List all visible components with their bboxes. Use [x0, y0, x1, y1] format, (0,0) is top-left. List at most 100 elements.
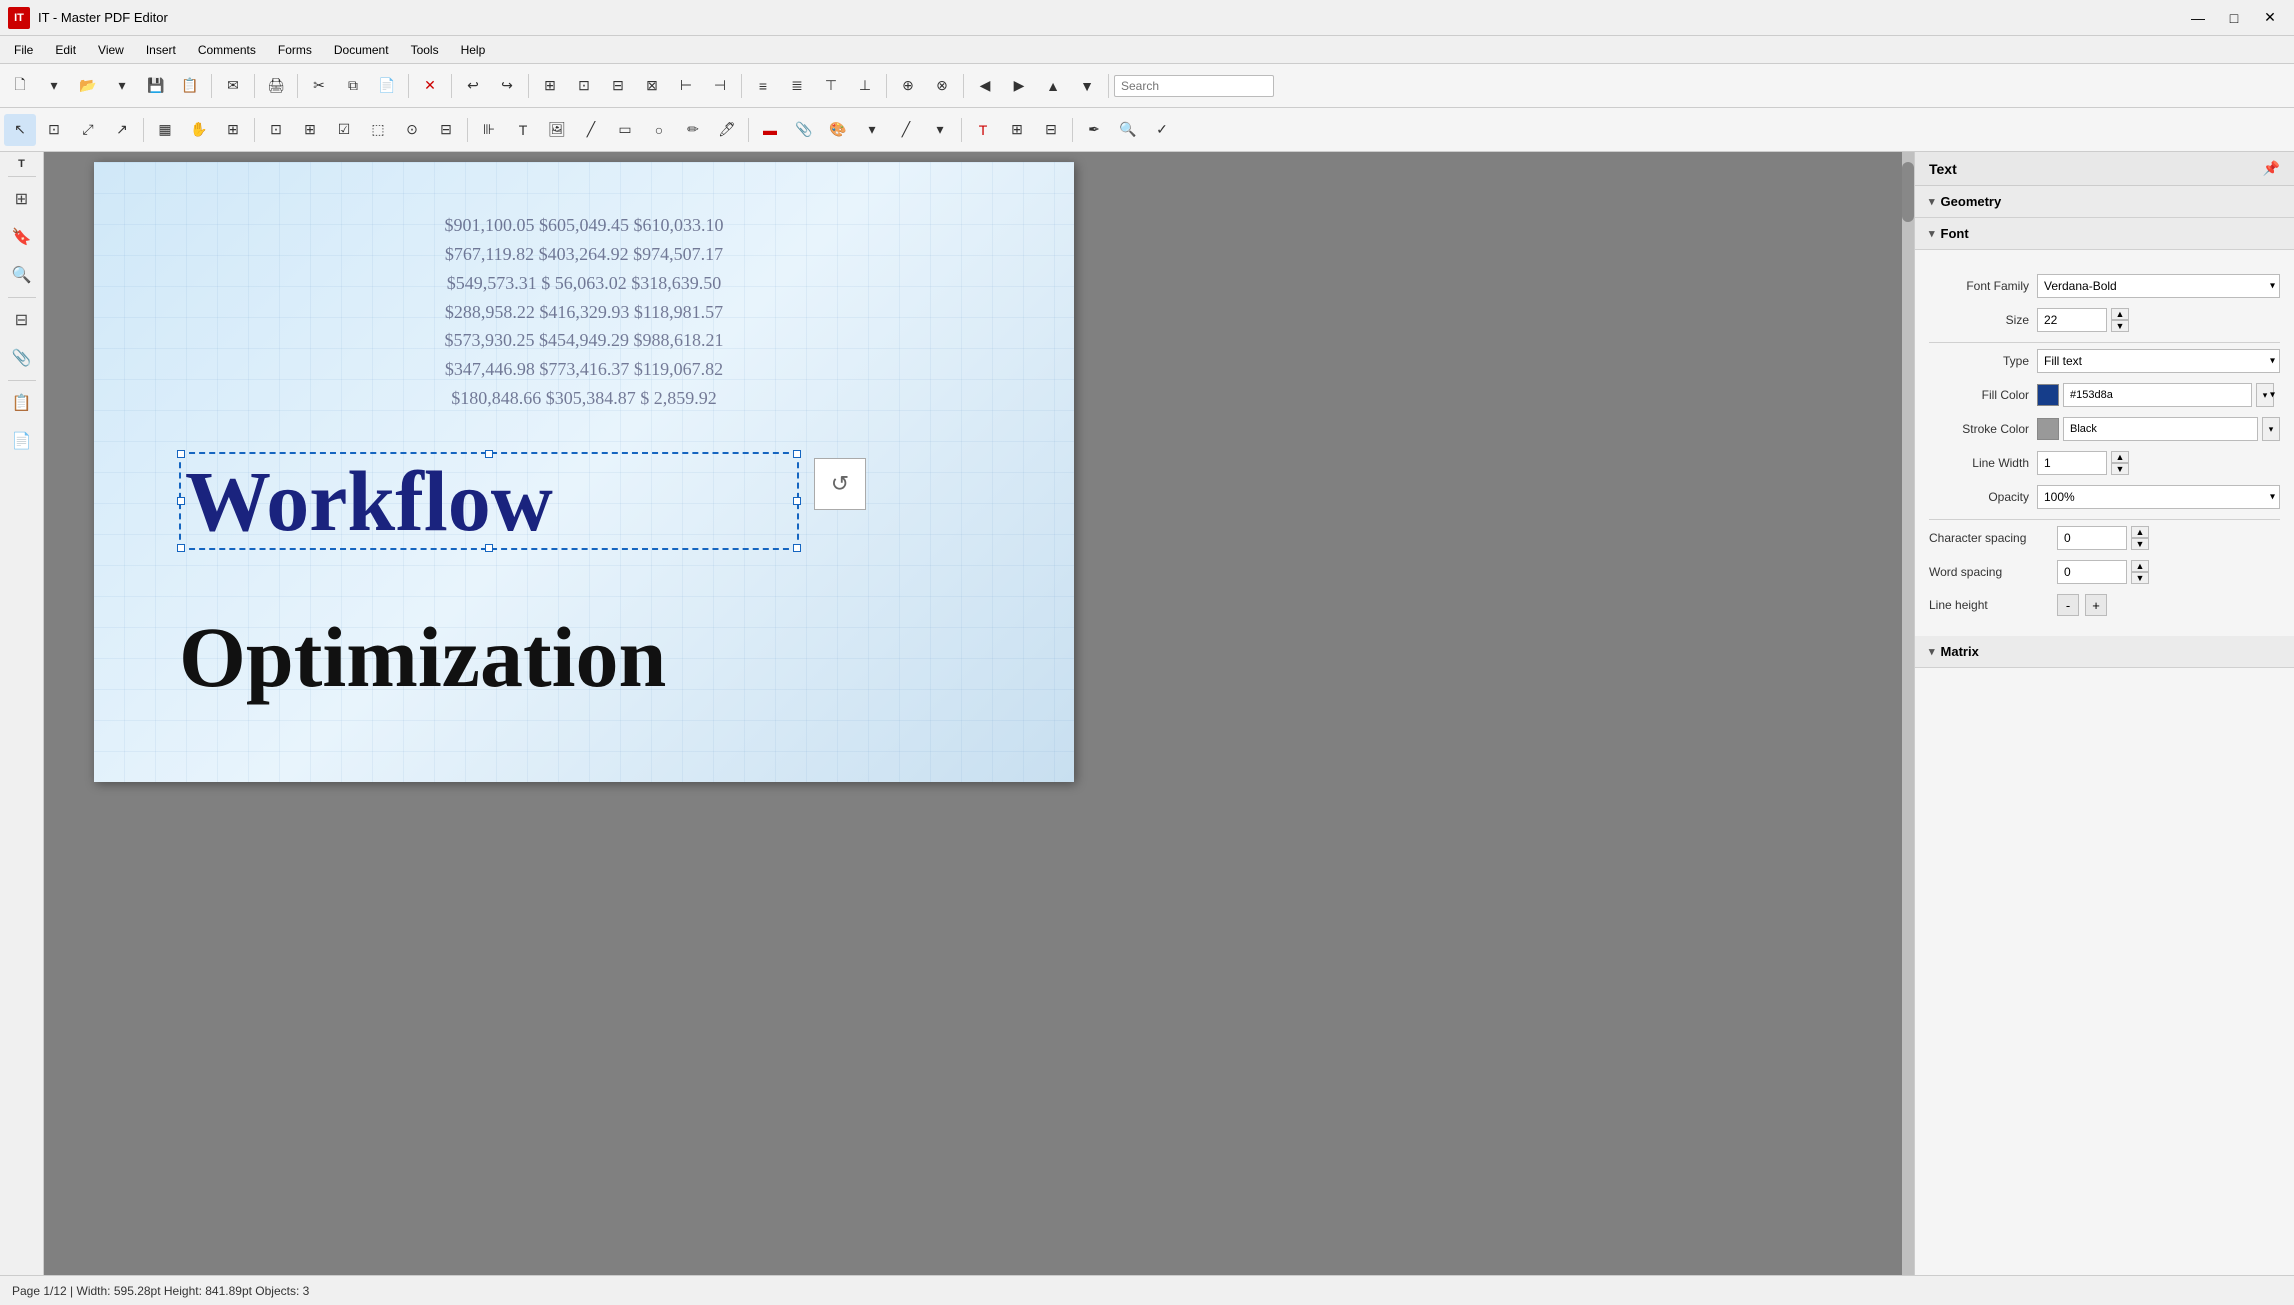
handle-ml[interactable]	[177, 497, 185, 505]
marquee-tool[interactable]: ↗	[106, 114, 138, 146]
char-spacing-down[interactable]: ▼	[2131, 538, 2149, 550]
tb-icon5[interactable]: ⊢	[670, 70, 702, 102]
line-height-minus[interactable]: -	[2057, 594, 2079, 616]
ls-docs[interactable]: 📄	[4, 423, 40, 459]
align-tool[interactable]: ⊪	[473, 114, 505, 146]
line-tool[interactable]: ╱	[575, 114, 607, 146]
tb-icon3[interactable]: ⊟	[602, 70, 634, 102]
matrix-section-header[interactable]: ▾ Matrix	[1915, 636, 2294, 668]
opacity-select[interactable]: 100%	[2037, 485, 2280, 509]
delete-button[interactable]: ✕	[414, 70, 446, 102]
edit-tool[interactable]: ⊞	[217, 114, 249, 146]
copy-button[interactable]: ⧉	[337, 70, 369, 102]
canvas-scrollbar[interactable]	[1902, 152, 1914, 1275]
word-spacing-down[interactable]: ▼	[2131, 572, 2149, 584]
color-tool[interactable]: 🎨	[822, 114, 854, 146]
handle-tl[interactable]	[177, 450, 185, 458]
size-input[interactable]	[2037, 308, 2107, 332]
tb-icon1[interactable]: ⊞	[534, 70, 566, 102]
open-button[interactable]: 📂	[72, 70, 104, 102]
tb-icon12[interactable]: ⊗	[926, 70, 958, 102]
menu-forms[interactable]: Forms	[268, 39, 322, 61]
pin-button[interactable]: 📌	[2263, 160, 2280, 177]
handle-tm[interactable]	[485, 450, 493, 458]
tb-icon9[interactable]: ⊤	[815, 70, 847, 102]
text-edit-tool[interactable]: T	[967, 114, 999, 146]
eraser-dropdown[interactable]: ▾	[924, 114, 956, 146]
eraser-tool[interactable]: ╱	[890, 114, 922, 146]
handle-bm[interactable]	[485, 544, 493, 552]
tb-icon8[interactable]: ≣	[781, 70, 813, 102]
ls-pages2[interactable]: 📋	[4, 385, 40, 421]
tb-nav-down[interactable]: ▼	[1071, 70, 1103, 102]
ls-layers[interactable]: ⊟	[4, 302, 40, 338]
save-button[interactable]: 💾	[140, 70, 172, 102]
check-tool[interactable]: ✓	[1146, 114, 1178, 146]
sign-tool[interactable]: ✒	[1078, 114, 1110, 146]
annot-tool[interactable]: ⊟	[430, 114, 462, 146]
new-button[interactable]: 🗋	[4, 70, 36, 102]
ls-pages[interactable]: ⊞	[4, 181, 40, 217]
line-height-plus[interactable]: +	[2085, 594, 2107, 616]
form-tool[interactable]: ▦	[149, 114, 181, 146]
word-spacing-up[interactable]: ▲	[2131, 560, 2149, 572]
tb-icon4[interactable]: ⊠	[636, 70, 668, 102]
handle-mr[interactable]	[793, 497, 801, 505]
line-width-input[interactable]	[2037, 451, 2107, 475]
line-width-down[interactable]: ▼	[2111, 463, 2129, 475]
undo-button[interactable]: ↩	[457, 70, 489, 102]
menu-help[interactable]: Help	[451, 39, 496, 61]
ls-search[interactable]: 🔍	[4, 257, 40, 293]
pencil-tool[interactable]: ✏	[677, 114, 709, 146]
tb-dropdown1[interactable]: ▾	[38, 70, 70, 102]
char-spacing-input[interactable]	[2057, 526, 2127, 550]
tb-icon6[interactable]: ⊣	[704, 70, 736, 102]
tb-icon2[interactable]: ⊡	[568, 70, 600, 102]
ls-bookmarks[interactable]: 🔖	[4, 219, 40, 255]
tb-nav-prev[interactable]: ◀	[969, 70, 1001, 102]
menu-view[interactable]: View	[88, 39, 134, 61]
font-family-select[interactable]: Verdana-Bold	[2037, 274, 2280, 298]
tb-nav-next[interactable]: ▶	[1003, 70, 1035, 102]
cut-button[interactable]: ✂	[303, 70, 335, 102]
geometry-section-header[interactable]: ▾ Geometry	[1915, 186, 2294, 218]
word-spacing-input[interactable]	[2057, 560, 2127, 584]
menu-insert[interactable]: Insert	[136, 39, 186, 61]
cursor-tool[interactable]: ↖	[4, 114, 36, 146]
fill-color-dropdown[interactable]: ▾	[2256, 383, 2274, 407]
search-tool[interactable]: 🔍	[1112, 114, 1144, 146]
tb-dropdown2[interactable]: ▾	[106, 70, 138, 102]
menu-edit[interactable]: Edit	[45, 39, 86, 61]
email-button[interactable]: ✉	[217, 70, 249, 102]
pen-tool[interactable]: 🖊	[711, 114, 743, 146]
circle-tool[interactable]: ○	[643, 114, 675, 146]
tb-nav-up[interactable]: ▲	[1037, 70, 1069, 102]
highlight-tool[interactable]: ▬	[754, 114, 786, 146]
save-as-button[interactable]: 📋	[174, 70, 206, 102]
char-spacing-up[interactable]: ▲	[2131, 526, 2149, 538]
zoom-tool[interactable]: ⤢	[72, 114, 104, 146]
font-section-header[interactable]: ▾ Font	[1915, 218, 2294, 250]
text-select-tool[interactable]: ⊡	[38, 114, 70, 146]
text-tool[interactable]: T	[507, 114, 539, 146]
stroke-color-dropdown[interactable]: ▾	[2262, 417, 2280, 441]
stroke-color-swatch[interactable]	[2037, 418, 2059, 440]
minimize-button[interactable]: —	[2182, 4, 2214, 32]
handle-br[interactable]	[793, 544, 801, 552]
link-tool[interactable]: ⬚	[362, 114, 394, 146]
menu-document[interactable]: Document	[324, 39, 399, 61]
radio-tool[interactable]: ⊙	[396, 114, 428, 146]
color-dropdown[interactable]: ▾	[856, 114, 888, 146]
rect-tool[interactable]: ▭	[609, 114, 641, 146]
fill-color-input[interactable]	[2063, 383, 2252, 407]
move-tool[interactable]: ⊞	[294, 114, 326, 146]
attach-tool[interactable]: 📎	[788, 114, 820, 146]
paste-button[interactable]: 📄	[371, 70, 403, 102]
workflow-textbox[interactable]: Workflow	[179, 452, 799, 550]
maximize-button[interactable]: □	[2218, 4, 2250, 32]
canvas-scrollbar-thumb[interactable]	[1902, 162, 1914, 222]
snapshot-tool[interactable]: ⊞	[1001, 114, 1033, 146]
tb-icon10[interactable]: ⊥	[849, 70, 881, 102]
grid-tool[interactable]: ⊟	[1035, 114, 1067, 146]
line-width-up[interactable]: ▲	[2111, 451, 2129, 463]
